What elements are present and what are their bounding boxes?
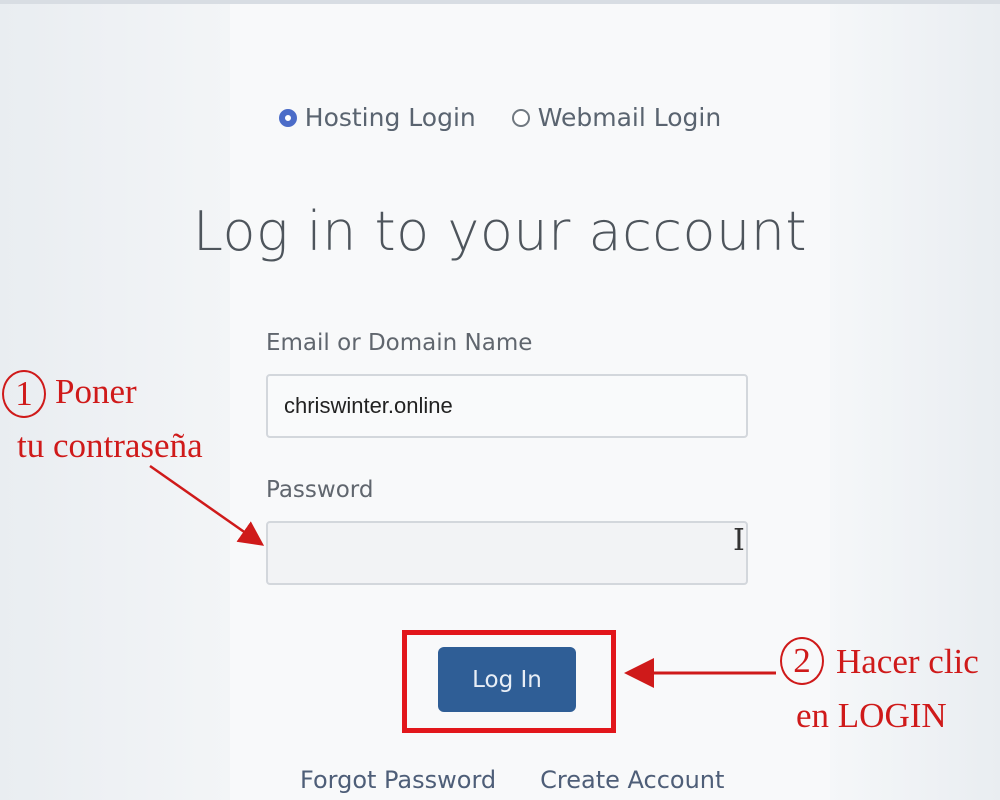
page-title: Log in to your account: [192, 200, 808, 263]
password-field[interactable]: [266, 521, 748, 585]
email-label: Email or Domain Name: [266, 330, 533, 356]
password-label: Password: [266, 477, 374, 503]
step1-text-line2: tu contraseña: [17, 426, 203, 465]
step1-text-line1: Poner: [55, 372, 137, 411]
create-account-link[interactable]: Create Account: [540, 766, 724, 794]
login-type-selector: Hosting Login Webmail Login: [0, 103, 1000, 132]
step2-text-line2: en LOGIN: [796, 696, 947, 735]
forgot-password-link[interactable]: Forgot Password: [300, 766, 496, 794]
login-highlight-box: [402, 630, 616, 733]
step1-number-circle: 1: [2, 370, 46, 418]
text-cursor-icon: I: [733, 523, 745, 558]
footer-links: Forgot Password Create Account: [300, 766, 724, 794]
page: Hosting Login Webmail Login Log in to yo…: [0, 0, 1000, 800]
radio-checked-icon[interactable]: [278, 108, 297, 127]
radio-webmail-label: Webmail Login: [537, 103, 722, 132]
radio-hosting-label: Hosting Login: [304, 103, 476, 132]
email-field[interactable]: [266, 374, 748, 438]
radio-unchecked-icon[interactable]: [511, 108, 530, 127]
step2-number-circle: 2: [780, 637, 824, 685]
step2-text-line1: Hacer clic: [836, 642, 979, 681]
radio-hosting-login[interactable]: Hosting Login: [278, 103, 476, 132]
radio-webmail-login[interactable]: Webmail Login: [511, 103, 722, 132]
